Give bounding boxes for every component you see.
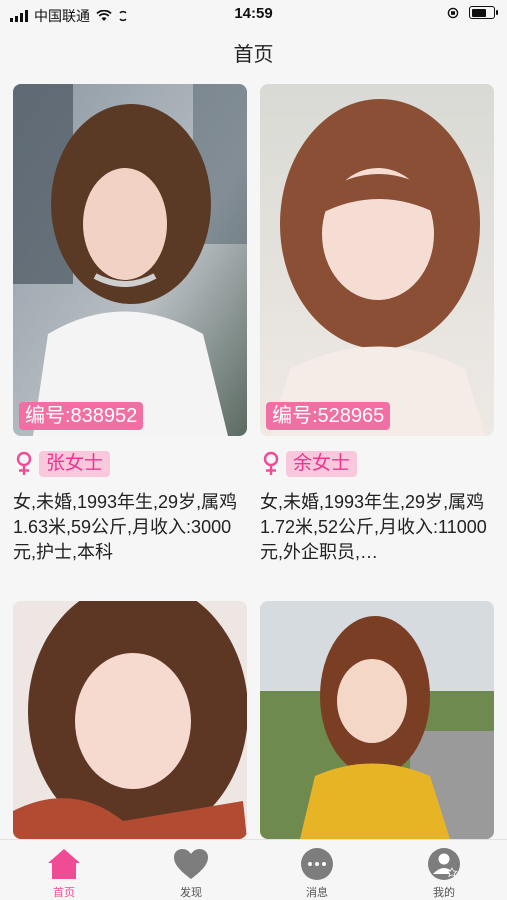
id-badge: 编号:838952 (19, 402, 144, 430)
profile-photo[interactable]: 编号:528965 (260, 84, 494, 436)
status-time: 14:59 (234, 5, 273, 22)
photo-placeholder (260, 601, 494, 839)
profile-description: 女,未婚,1993年生,29岁,属鸡 1.72米,52公斤,月收入:11000元… (260, 492, 487, 562)
tab-discover[interactable]: 发现 (151, 846, 231, 900)
profile-icon (428, 848, 460, 880)
female-icon (16, 451, 32, 475)
tab-label: 消息 (306, 887, 328, 899)
photo-placeholder (13, 84, 247, 436)
profile-photo[interactable]: 编号:838952 (13, 84, 247, 436)
battery-fill (471, 8, 486, 17)
tab-profile[interactable]: 我的 (404, 846, 484, 900)
status-bar: 中国联通 14:59 (0, 0, 507, 28)
tab-label: 首页 (53, 887, 75, 899)
tab-label: 发现 (180, 887, 202, 899)
tab-messages[interactable]: 消息 (277, 846, 357, 900)
tab-bar: 首页 发现 消息 我的 (0, 839, 507, 900)
heart-icon (174, 849, 208, 879)
message-icon (301, 848, 333, 880)
profile-card[interactable]: 编号:528965 余女士 女,未婚,1993年生,29岁,属鸡 1.72米,5… (260, 84, 494, 565)
profile-card[interactable] (260, 601, 494, 839)
name-row: 余女士 (260, 450, 494, 478)
photo-placeholder (13, 601, 247, 839)
battery-icon (469, 6, 498, 19)
profile-photo[interactable] (13, 601, 247, 839)
orientation-lock-icon (447, 7, 459, 18)
profile-grid[interactable]: 编号:838952 张女士 女,未婚,1993年生,29岁,属鸡 1.63米,5… (0, 84, 507, 840)
profile-photo[interactable] (260, 601, 494, 839)
profile-description: 女,未婚,1993年生,29岁,属鸡 1.63米,59公斤,月收入:3000元,… (13, 492, 238, 562)
female-icon (263, 451, 279, 475)
home-icon (48, 849, 80, 879)
name-row: 张女士 (13, 450, 247, 478)
profile-card[interactable]: 编号:838952 张女士 女,未婚,1993年生,29岁,属鸡 1.63米,5… (13, 84, 247, 565)
profile-card[interactable] (13, 601, 247, 839)
status-right (447, 6, 498, 19)
name-tag: 余女士 (286, 451, 358, 477)
tab-home[interactable]: 首页 (24, 846, 104, 900)
photo-placeholder (260, 84, 494, 436)
page-title: 首页 (233, 44, 274, 66)
name-tag: 张女士 (39, 451, 111, 477)
tab-label: 我的 (433, 887, 455, 899)
id-badge: 编号:528965 (266, 402, 391, 430)
